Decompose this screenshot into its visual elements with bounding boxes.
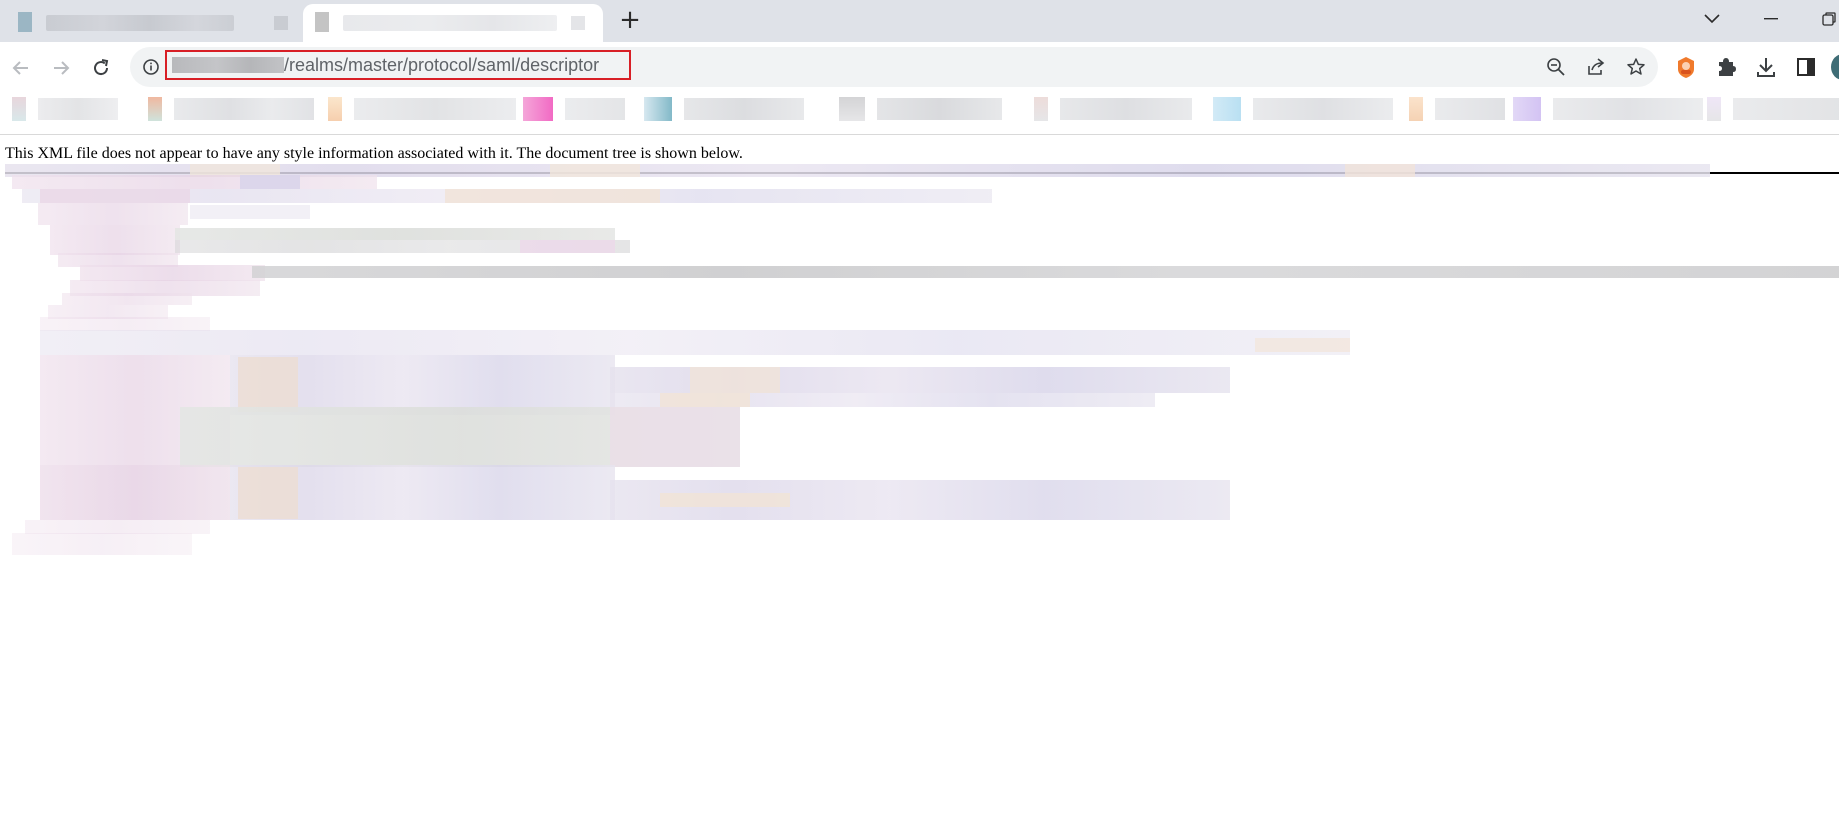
bookmark-item[interactable] [644, 97, 804, 121]
url-path: /realms/master/protocol/saml/descriptor [284, 54, 600, 75]
address-bar[interactable]: /realms/master/protocol/saml/descriptor [130, 47, 1658, 87]
bookmark-label-obscured [354, 98, 516, 120]
profile-avatar[interactable] [1831, 54, 1839, 80]
side-panel-icon[interactable] [1793, 54, 1819, 80]
bookmark-favicon-icon [644, 97, 672, 121]
bookmark-favicon-icon [1034, 97, 1048, 121]
puzzle-extensions-icon[interactable] [1713, 54, 1739, 80]
bookmark-favicon-icon [1409, 97, 1423, 121]
bookmark-favicon-icon [1513, 97, 1541, 121]
bookmark-label-obscured [684, 98, 804, 120]
bookmark-favicon-icon [1213, 97, 1241, 121]
site-info-icon[interactable] [142, 58, 160, 76]
tab-title-obscured [46, 15, 234, 31]
bookmark-item[interactable] [523, 97, 625, 121]
bookmark-item[interactable] [328, 97, 516, 121]
bookmark-item[interactable] [148, 97, 314, 121]
bookmark-item[interactable] [1034, 97, 1192, 121]
bookmark-star-icon[interactable] [1624, 55, 1648, 79]
bookmark-favicon-icon [148, 97, 162, 121]
tab-favicon-icon [18, 12, 32, 32]
download-icon[interactable] [1753, 54, 1779, 80]
bookmark-item[interactable] [1213, 97, 1393, 121]
bookmark-favicon-icon [523, 97, 553, 121]
bookmarks-bar [0, 94, 1839, 135]
bookmark-label-obscured [1435, 98, 1505, 120]
plus-icon[interactable]: + [616, 6, 644, 34]
tab-strip: + [0, 0, 1839, 42]
extension-badge-icon[interactable] [1673, 54, 1699, 80]
bookmark-favicon-icon [328, 97, 342, 121]
share-icon[interactable] [1584, 55, 1608, 79]
bookmark-label-obscured [1253, 98, 1393, 120]
tab-search-chevron-icon[interactable] [1692, 4, 1732, 34]
bookmark-favicon-icon [839, 97, 865, 121]
tab-active[interactable] [303, 4, 603, 42]
back-arrow-icon[interactable] [5, 52, 37, 84]
tab-title-obscured [343, 15, 557, 31]
bookmark-label-obscured [565, 98, 625, 120]
tab-close-icon[interactable] [274, 16, 288, 30]
bookmark-label-obscured [174, 98, 314, 120]
bookmark-item[interactable] [1513, 97, 1703, 121]
bookmark-label-obscured [1733, 98, 1839, 120]
url-highlight-box[interactable]: /realms/master/protocol/saml/descriptor [165, 50, 631, 80]
bookmark-label-obscured [38, 98, 118, 120]
bookmark-item[interactable] [839, 97, 1002, 121]
bookmark-label-obscured [1060, 98, 1192, 120]
minimize-icon[interactable] [1751, 4, 1791, 34]
zoom-icon[interactable] [1544, 55, 1568, 79]
reload-icon[interactable] [85, 52, 117, 84]
tab-favicon-icon [315, 12, 329, 32]
bookmark-favicon-icon [1707, 97, 1721, 121]
tab-inactive[interactable] [6, 4, 298, 42]
xml-tree-obscured [5, 164, 1839, 555]
bookmark-label-obscured [877, 98, 1002, 120]
url-host-obscured [172, 57, 284, 73]
browser-toolbar: /realms/master/protocol/saml/descriptor [0, 42, 1839, 94]
restore-icon[interactable] [1809, 4, 1839, 34]
tab-close-icon[interactable] [571, 16, 585, 30]
page-content: This XML file does not appear to have an… [0, 135, 1839, 840]
bookmark-item[interactable] [1707, 97, 1839, 121]
bookmark-label-obscured [1553, 98, 1703, 120]
browser-window: + /realms/master/protocol/saml/descripto… [0, 0, 1839, 840]
bookmark-favicon-icon [12, 97, 26, 121]
bookmark-item[interactable] [1409, 97, 1505, 121]
bookmark-item[interactable] [12, 97, 118, 121]
forward-arrow-icon[interactable] [45, 52, 77, 84]
